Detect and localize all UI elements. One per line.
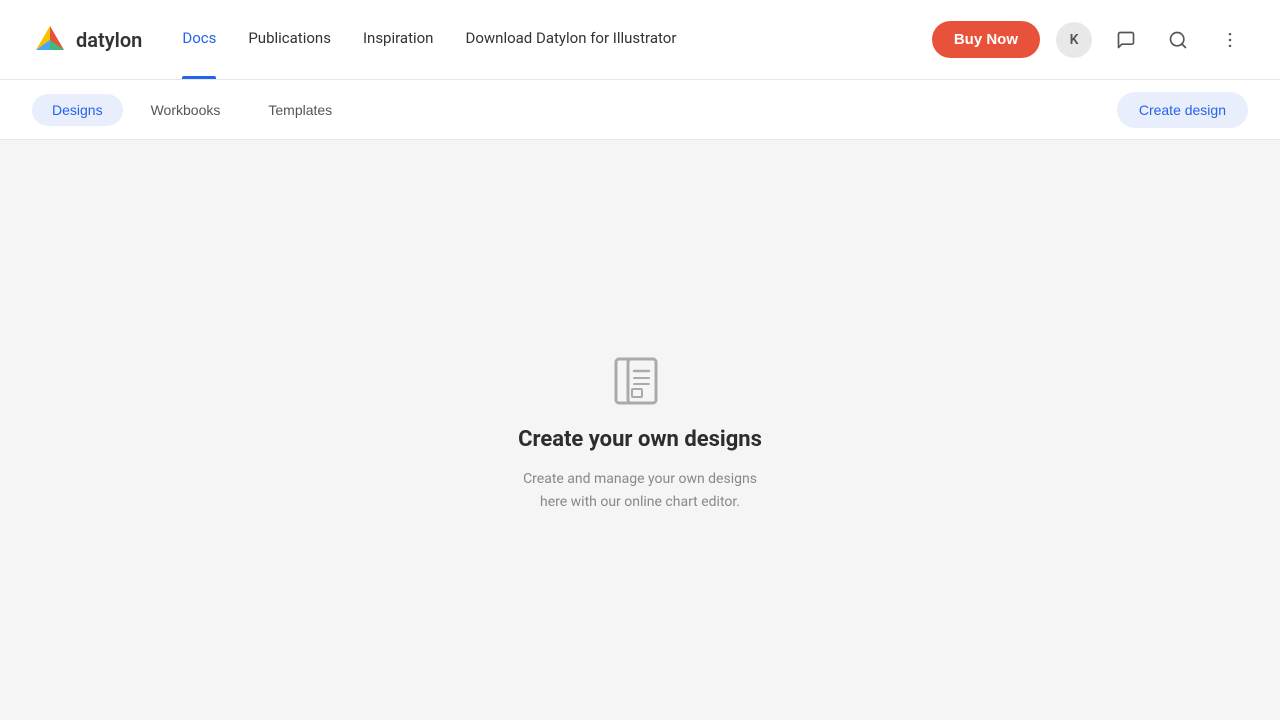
nav-link-download[interactable]: Download Datylon for Illustrator [465,29,676,51]
tab-templates[interactable]: Templates [248,94,352,126]
nav-link-publications[interactable]: Publications [248,29,331,51]
empty-state-description: Create and manage your own designs here … [510,468,770,513]
navbar: datylon Docs Publications Inspiration Do… [0,0,1280,80]
search-icon-button[interactable] [1160,22,1196,58]
tab-workbooks[interactable]: Workbooks [131,94,241,126]
search-icon [1168,30,1188,50]
more-icon-button[interactable] [1212,22,1248,58]
create-design-button[interactable]: Create design [1117,92,1248,128]
empty-state-icon [608,347,672,411]
more-icon [1220,30,1240,50]
avatar[interactable]: K [1056,22,1092,58]
nav-links: Docs Publications Inspiration Download D… [182,29,676,51]
logo-text: datylon [76,28,142,52]
tab-designs[interactable]: Designs [32,94,123,126]
navbar-right: Buy Now K [932,21,1248,58]
chat-icon-button[interactable] [1108,22,1144,58]
nav-link-inspiration[interactable]: Inspiration [363,29,434,51]
main-content: Create your own designs Create and manag… [0,140,1280,720]
logo-icon [32,22,68,58]
navbar-left: datylon Docs Publications Inspiration Do… [32,22,676,58]
buy-now-button[interactable]: Buy Now [932,21,1040,58]
chat-icon [1116,30,1136,50]
sub-header: Designs Workbooks Templates Create desig… [0,80,1280,140]
nav-link-docs[interactable]: Docs [182,29,216,51]
empty-state: Create your own designs Create and manag… [510,347,770,513]
logo[interactable]: datylon [32,22,142,58]
tabs: Designs Workbooks Templates [32,94,352,126]
empty-state-title: Create your own designs [518,427,762,452]
